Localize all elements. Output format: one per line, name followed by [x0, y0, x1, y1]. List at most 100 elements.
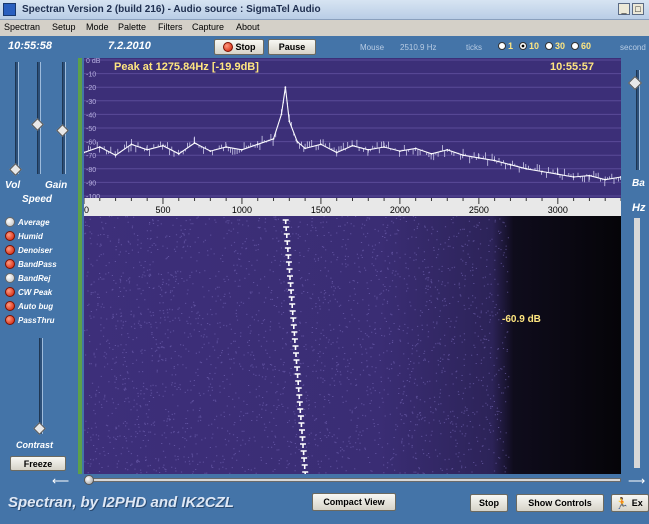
ticks-label: ticks	[466, 43, 482, 52]
toggle-icon	[5, 301, 15, 311]
level-bar	[78, 58, 82, 474]
spectrum-point	[272, 137, 275, 140]
menu-mode[interactable]: Mode	[86, 22, 109, 32]
minimize-button[interactable]: _	[618, 3, 630, 15]
spectrum-point	[146, 148, 149, 151]
tick-option-30[interactable]: 30	[545, 41, 565, 51]
arrow-left-icon[interactable]: ⟵	[52, 474, 69, 488]
menu-capture[interactable]: Capture	[192, 22, 224, 32]
spectrum-point	[241, 148, 243, 151]
bar-label: Ba	[632, 178, 645, 189]
scale-strip	[634, 218, 640, 468]
radio-selected-icon	[519, 42, 528, 50]
waterfall-background	[84, 216, 621, 474]
spectrum-clock: 10:55:57	[550, 61, 595, 73]
exit-button[interactable]: 🏃 Ex	[611, 494, 649, 512]
waterfall-plot	[84, 216, 621, 474]
hz-label: Hz	[632, 202, 646, 214]
menu-setup[interactable]: Setup	[52, 22, 76, 32]
spectrum-point	[604, 178, 607, 181]
spectrum-point	[588, 174, 591, 177]
spectrum-point	[288, 120, 291, 123]
pause-button[interactable]: Pause	[268, 39, 316, 55]
title-bar[interactable]: Spectran Version 2 (build 216) - Audio s…	[0, 0, 649, 20]
spectrum-point	[256, 143, 259, 146]
freeze-button[interactable]: Freeze	[10, 456, 66, 471]
frequency-tick-label: 1500	[311, 205, 331, 215]
option-average[interactable]: Average	[5, 217, 50, 227]
vol-label: Vol	[5, 180, 21, 191]
toggle-icon	[5, 315, 15, 325]
contrast-label: Contrast	[16, 440, 54, 450]
option-passthru[interactable]: PassThru	[5, 315, 54, 325]
toggle-icon	[5, 273, 15, 283]
db-tick-label: -10	[86, 72, 96, 79]
spectrum-point	[296, 140, 299, 143]
spectrum-point	[280, 113, 283, 116]
vol-slider-track[interactable]	[15, 62, 19, 174]
spectrum-point	[367, 148, 370, 151]
radio-icon	[545, 42, 554, 50]
spectrum-point	[320, 143, 322, 146]
clock-time: 10:55:58	[8, 40, 53, 52]
option-bandrej[interactable]: BandRej	[5, 273, 50, 283]
menu-filters[interactable]: Filters	[158, 22, 183, 32]
menu-palette[interactable]: Palette	[118, 22, 146, 32]
arrow-right-icon[interactable]: ⟶	[628, 474, 645, 488]
spectrum-point	[398, 150, 401, 153]
contrast-slider-track[interactable]	[39, 338, 43, 434]
spectrum-display[interactable]: 0 dB -10 -20 -30 -40 -50 -60 -70 -80 -90 -100 Peak…	[84, 58, 621, 198]
app-icon	[3, 3, 16, 16]
tick-radio-group: 1 10 30 60	[498, 41, 591, 51]
waterfall-scroll-thumb[interactable]	[84, 475, 94, 485]
spectrum-point	[446, 148, 449, 151]
option-cw-peak[interactable]: CW Peak	[5, 287, 52, 297]
frequency-axis-ticks: 0 500 1000 1500 2000 2500 3000	[84, 198, 621, 215]
gain-label: Gain	[45, 180, 68, 191]
menu-about[interactable]: About	[236, 22, 260, 32]
show-controls-button[interactable]: Show Controls	[516, 494, 604, 512]
option-bandpass[interactable]: BandPass	[5, 259, 57, 269]
frequency-tick-label: 0	[84, 205, 89, 215]
tick-option-60[interactable]: 60	[571, 41, 591, 51]
tick-option-10[interactable]: 10	[519, 41, 539, 51]
spectrum-point	[304, 147, 307, 150]
spectrum-point	[162, 144, 164, 147]
radio-icon	[571, 42, 580, 50]
stop-button[interactable]: Stop	[214, 39, 264, 55]
db-tick-label: -30	[86, 99, 96, 106]
maximize-button[interactable]: □	[632, 3, 644, 15]
spectrum-point	[383, 146, 385, 148]
compact-view-button[interactable]: Compact View	[312, 493, 396, 511]
menu-bar: Spectran Setup Mode Palette Filters Capt…	[0, 20, 649, 36]
db-tick-label: -40	[86, 112, 96, 119]
spectrum-point	[462, 154, 464, 157]
gain-slider-track[interactable]	[62, 62, 66, 174]
spectrum-point	[209, 150, 212, 153]
option-denoiser[interactable]: Denoiser	[5, 245, 52, 255]
stop-icon	[222, 42, 233, 52]
toggle-icon	[5, 231, 15, 241]
spectrum-point	[225, 146, 228, 148]
exit-icon: 🏃	[615, 497, 629, 510]
toggle-icon	[5, 245, 15, 255]
waterfall-display[interactable]: -60.9 dB	[84, 216, 621, 474]
frequency-tick-label: 500	[155, 205, 170, 215]
spectrum-point	[284, 86, 287, 89]
bottom-stop-button[interactable]: Stop	[470, 494, 508, 512]
spectrum-point	[193, 142, 196, 144]
spectrum-point	[556, 173, 559, 176]
radio-icon	[498, 42, 506, 50]
waterfall-scroll-track[interactable]	[84, 478, 621, 482]
db-tick-label: -70	[86, 153, 96, 160]
spectrum-point	[414, 147, 417, 150]
option-auto-bug[interactable]: Auto bug	[5, 301, 53, 311]
menu-spectran[interactable]: Spectran	[4, 22, 40, 32]
spectrum-point	[130, 143, 133, 146]
db-tick-label: 0 dB	[86, 58, 101, 65]
spectrum-point	[114, 154, 117, 157]
option-humid[interactable]: Humid	[5, 231, 43, 241]
tick-option-1[interactable]: 1	[498, 41, 513, 51]
frequency-axis: 0 500 1000 1500 2000 2500 3000	[84, 198, 621, 216]
spectrum-point	[493, 159, 496, 162]
